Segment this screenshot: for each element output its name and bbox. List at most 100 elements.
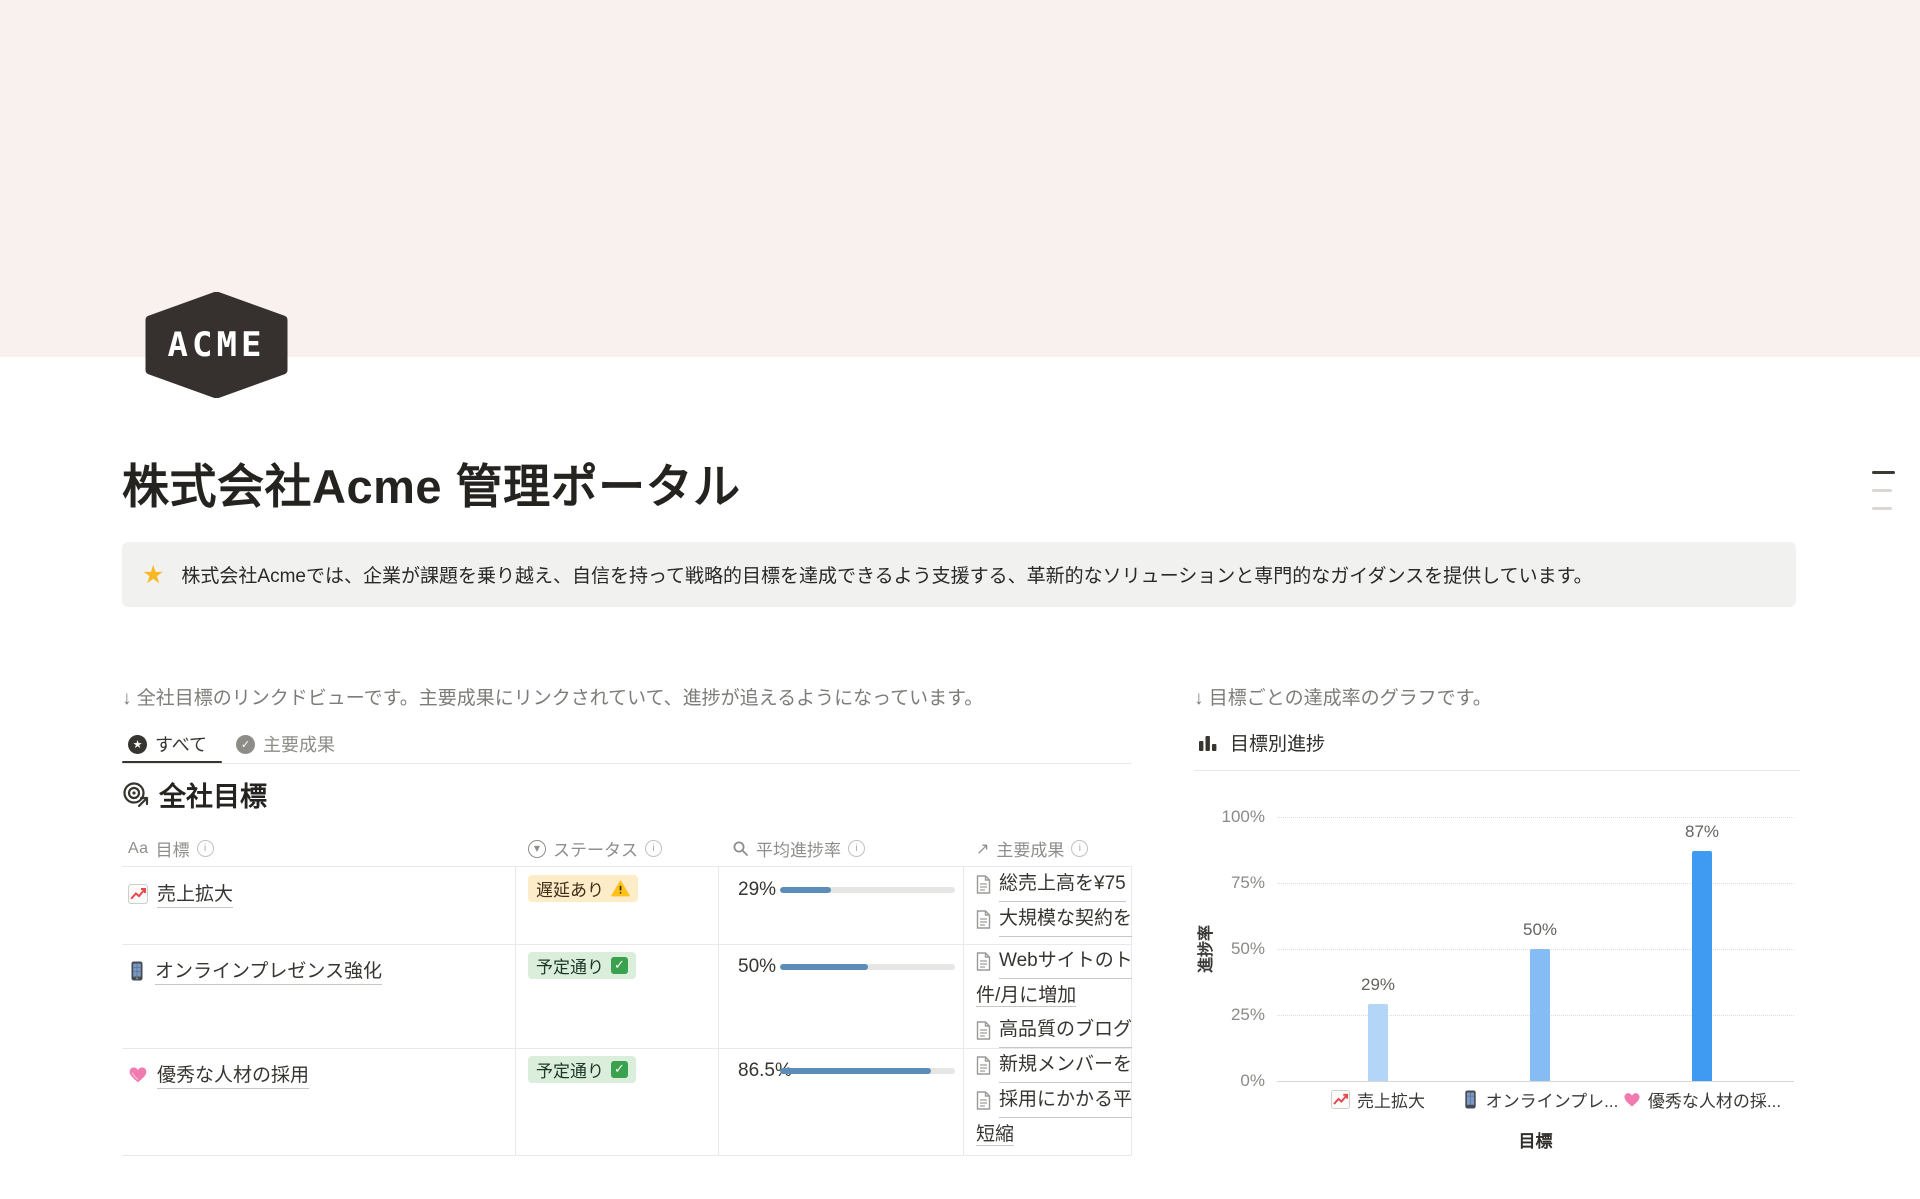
key-result-link[interactable]: 採用にかかる平 <box>976 1083 1132 1118</box>
progress-bar <box>780 964 955 970</box>
column-label: 平均進捗率 <box>756 836 841 861</box>
info-icon[interactable]: i <box>848 840 865 857</box>
column-label: 目標 <box>156 836 190 861</box>
x-tick-label: 売上拡大 <box>1357 1087 1425 1112</box>
key-result-link[interactable]: 大規模な契約を <box>976 902 1132 937</box>
bar-sales-growth[interactable] <box>1368 1004 1388 1081</box>
goal-cell[interactable]: 優秀な人材の採用 <box>128 1060 309 1089</box>
key-results-cell: 新規メンバーを 採用にかかる平 短縮 <box>976 1048 1132 1152</box>
table-row: 優秀な人材の採用 予定通り ✓ 86.5% <box>122 1048 1132 1155</box>
chart-title[interactable]: 目標別進捗 <box>1198 729 1325 756</box>
x-tick-label: 優秀な人材の採... <box>1648 1087 1781 1112</box>
key-result-text-wrap[interactable]: 短縮 <box>976 1118 1132 1152</box>
column-header-key-results[interactable]: ↗ 主要成果 i <box>976 836 1088 861</box>
tab-all[interactable]: ★ すべて <box>128 727 207 761</box>
view-tabbar: ★ すべて ✓ 主要成果 <box>122 727 1132 764</box>
info-icon[interactable]: i <box>1071 840 1088 857</box>
column-header-progress[interactable]: 平均進捗率 i <box>732 836 865 861</box>
page-icon <box>976 1056 991 1075</box>
key-result-link[interactable]: 高品質のブログ <box>976 1013 1132 1048</box>
check-circle-icon: ✓ <box>236 735 255 754</box>
goal-cell[interactable]: オンラインプレゼンス強化 <box>128 956 382 985</box>
mobile-phone-icon <box>1462 1090 1479 1109</box>
progress-bar <box>780 1068 955 1074</box>
goal-page-link[interactable]: 売上拡大 <box>157 879 233 908</box>
key-result-link[interactable]: 新規メンバーを <box>976 1048 1132 1083</box>
outline-indicator[interactable] <box>1872 471 1896 525</box>
chart-title-text: 目標別進捗 <box>1230 729 1325 756</box>
key-result-link[interactable]: 総売上高を¥75 <box>976 867 1132 902</box>
goal-page-link[interactable]: 優秀な人材の採用 <box>157 1060 309 1089</box>
logo-text: ACME <box>145 292 288 398</box>
column-header-goal[interactable]: Aa 目標 i <box>128 836 214 861</box>
page-icon <box>976 910 991 929</box>
progress-bar-fill <box>780 1068 931 1074</box>
bar-value-label: 87% <box>1662 822 1742 842</box>
pink-heart-icon <box>128 1065 148 1084</box>
key-result-text: 新規メンバーを <box>999 1048 1132 1083</box>
check-icon: ✓ <box>611 957 628 974</box>
progress-cell: 50% <box>738 956 780 978</box>
mobile-phone-icon <box>128 961 146 981</box>
y-tick-label: 25% <box>1194 1005 1265 1025</box>
row-divider <box>122 1155 1132 1156</box>
database-title-text: 全社目標 <box>159 775 267 814</box>
page-icon <box>976 952 991 971</box>
key-result-text: Webサイトのト <box>999 944 1132 979</box>
status-badge[interactable]: 遅延あり ✓ <box>528 875 638 902</box>
key-result-text: 大規模な契約を <box>999 902 1132 937</box>
rollup-search-icon <box>732 840 749 857</box>
pink-heart-icon <box>1623 1091 1641 1108</box>
table-row: オンラインプレゼンス強化 予定通り ✓ 50% <box>122 944 1132 1048</box>
status-badge[interactable]: 予定通り ✓ <box>528 952 636 979</box>
y-tick-label: 75% <box>1194 873 1265 893</box>
chart-section: ↓ 目標ごとの達成率のグラフです。 目標別進捗 100% 75% 50% 25%… <box>1194 683 1800 1163</box>
goal-page-link[interactable]: オンラインプレゼンス強化 <box>155 956 382 985</box>
tab-label: すべて <box>155 731 207 757</box>
tab-label: 主要成果 <box>263 731 335 757</box>
callout: ★ 株式会社Acmeでは、企業が課題を乗り越え、自信を持って戦略的目標を達成でき… <box>122 542 1796 607</box>
info-icon[interactable]: i <box>197 840 214 857</box>
status-badge[interactable]: 予定通り ✓ <box>528 1056 636 1083</box>
key-result-text: 採用にかかる平 <box>999 1083 1132 1118</box>
table-row: 売上拡大 遅延あり ✓ 29% <box>122 867 1132 944</box>
info-icon[interactable]: i <box>645 840 662 857</box>
outline-line[interactable] <box>1872 507 1892 510</box>
bar-online-presence[interactable] <box>1530 949 1550 1081</box>
notion-page: ACME 株式会社Acme 管理ポータル ★ 株式会社Acmeでは、企業が課題を… <box>0 0 1920 1199</box>
gridline-75 <box>1277 883 1794 884</box>
tab-key-results[interactable]: ✓ 主要成果 <box>236 727 335 761</box>
target-linked-icon <box>122 781 149 808</box>
progress-value: 86.5% <box>738 1060 780 1082</box>
key-result-text: 高品質のブログ <box>999 1013 1132 1048</box>
outline-line[interactable] <box>1872 471 1895 474</box>
goal-cell[interactable]: 売上拡大 <box>128 879 233 908</box>
gridline-100 <box>1277 817 1794 818</box>
outline-line[interactable] <box>1872 489 1892 492</box>
active-tab-underline <box>122 761 222 763</box>
warning-icon <box>611 880 630 897</box>
key-results-cell: Webサイトのト 件/月に増加 高品質のブログ <box>976 944 1132 1048</box>
chart-increasing-icon <box>128 884 148 904</box>
key-result-text-wrap[interactable]: 件/月に増加 <box>976 979 1132 1013</box>
page-icon <box>976 875 991 894</box>
bar-hiring[interactable] <box>1692 851 1712 1081</box>
key-result-text: 総売上高を¥75 <box>999 867 1126 902</box>
x-tick-online-presence: オンラインプレ... <box>1455 1087 1625 1112</box>
progress-cell: 86.5% <box>738 1060 780 1082</box>
database-title[interactable]: 全社目標 <box>122 775 267 814</box>
progress-value: 50% <box>738 956 780 978</box>
column-header-status[interactable]: ▼ ステータス i <box>528 836 662 861</box>
bar-chart-icon <box>1198 734 1218 752</box>
relation-arrow-icon: ↗ <box>976 839 989 858</box>
progress-bar <box>780 887 955 893</box>
x-tick-hiring: 優秀な人材の採... <box>1617 1087 1787 1112</box>
key-result-link[interactable]: Webサイトのト <box>976 944 1132 979</box>
select-property-icon: ▼ <box>528 840 546 858</box>
status-label: 予定通り <box>536 953 604 978</box>
progress-bar-fill <box>780 964 868 970</box>
divider <box>1194 770 1800 771</box>
y-tick-label: 0% <box>1194 1071 1265 1091</box>
page-icon <box>976 1021 991 1040</box>
table-header: Aa 目標 i ▼ ステータス i 平均進捗率 i ↗ 主要成果 i <box>122 830 1132 866</box>
